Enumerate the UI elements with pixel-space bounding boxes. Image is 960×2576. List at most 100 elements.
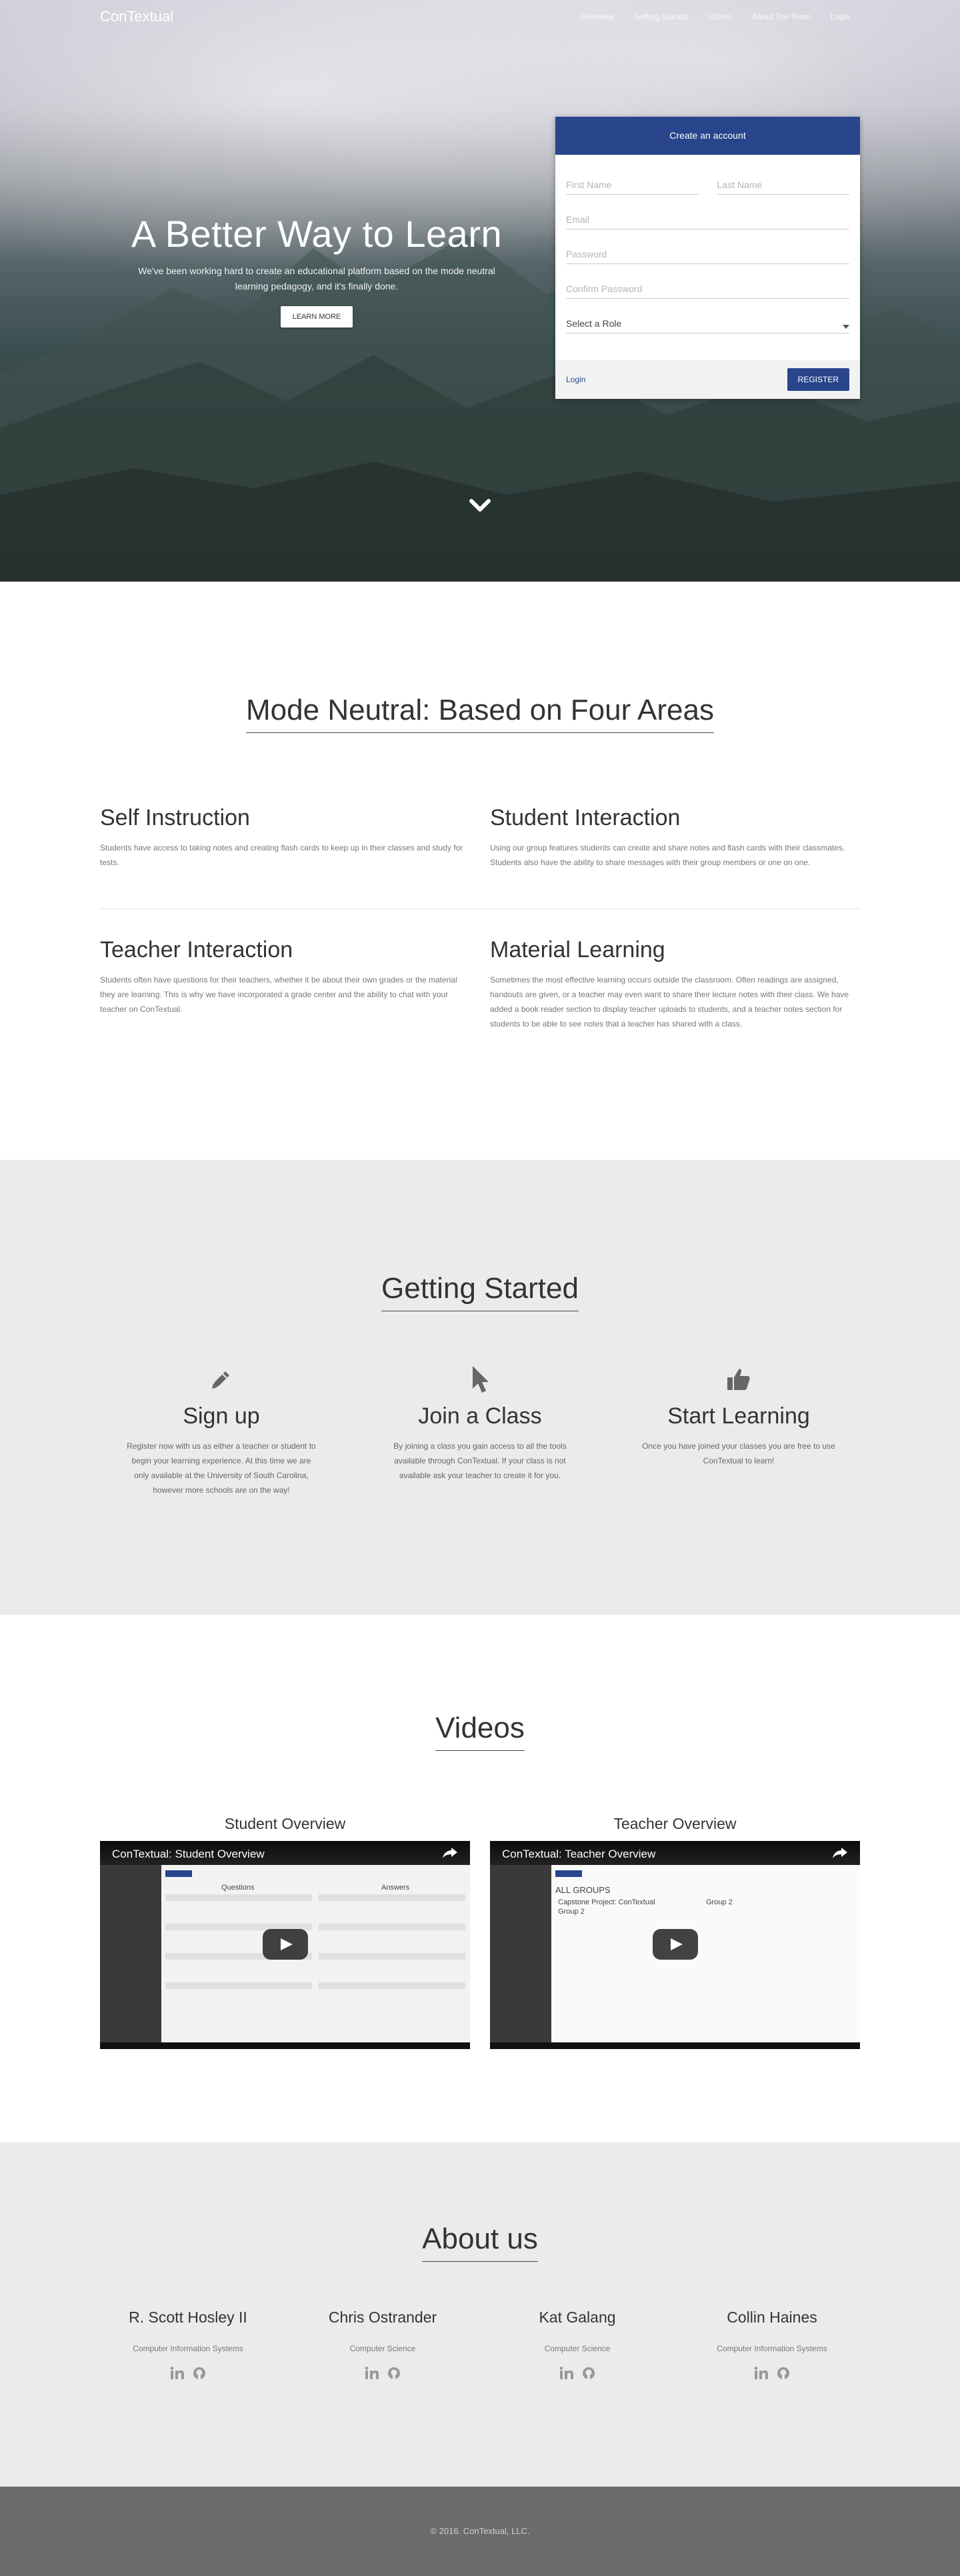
share-icon[interactable] [832,1846,848,1860]
questions-col-label: Questions [221,1884,255,1892]
last-name-field[interactable]: Last Name [717,172,849,195]
video-player[interactable]: ALL GROUPS Capstone Project: ConTextual … [490,1841,860,2049]
member-name: R. Scott Hosley II [129,2309,247,2326]
video-player[interactable]: Questions Answers ConTextual: Student Ov… [100,1841,470,2049]
area-text: Students have access to taking notes and… [100,843,463,867]
group-item: Capstone Project: ConTextual [558,1898,655,1906]
getting-started-title: Getting Started [0,1272,960,1311]
hero-subtitle: We've been working hard to create an edu… [138,265,495,291]
getting-started-section: Getting Started Sign up Register now wit… [0,1160,960,1615]
thumbs-up-icon [727,1369,750,1390]
step-title: Start Learning [667,1403,810,1429]
step-start-learning: Start Learning Once you have joined your… [629,1365,849,1497]
area-material-learning: Material Learning Sometimes the most eff… [490,937,860,1031]
step-title: Sign up [183,1403,260,1429]
area-student-interaction: Student Interaction Using our group feat… [490,805,860,870]
chevron-down-icon[interactable] [467,492,493,519]
confirm-password-field[interactable]: Confirm Password [566,276,849,299]
hero-title: A Better Way to Learn [131,213,503,255]
about-title: About us [0,2222,960,2262]
first-name-field[interactable]: First Name [566,172,699,195]
linkedin-icon[interactable] [559,2367,574,2380]
hero-section: A Better Way to Learn We've been working… [0,0,960,582]
register-button[interactable]: REGISTER [787,368,849,391]
team-row: R. Scott Hosley II Computer Information … [0,2309,960,2380]
play-button[interactable] [653,1929,698,1960]
github-icon[interactable] [777,2367,790,2380]
nav-link-getting-started[interactable]: Getting Started [634,12,688,21]
step-text: Once you have joined your classes you ar… [642,1441,835,1465]
area-heading: Material Learning [490,937,665,962]
signup-card: Create an account First Name Last Name E… [555,117,860,399]
answers-col-label: Answers [381,1884,410,1892]
password-field[interactable]: Password [566,241,849,264]
github-icon[interactable] [582,2367,595,2380]
area-teacher-interaction: Teacher Interaction Students often have … [100,937,470,1017]
videos-title: Videos [0,1712,960,1751]
step-title: Join a Class [418,1403,542,1429]
signup-card-title: Create an account [555,117,860,155]
videos-section: Videos Student Overview Questions Answer… [0,1615,960,2142]
member-major: Computer Information Systems [717,2344,827,2353]
member-name: Kat Galang [539,2309,616,2326]
video-heading: Teacher Overview [613,1815,737,1832]
areas-divider [100,908,860,909]
step-text: By joining a class you gain access to al… [393,1441,567,1480]
member-major: Computer Information Systems [133,2344,243,2353]
video-screen-mock: ALL GROUPS Capstone Project: ConTextual … [551,1865,860,2042]
about-section: About us R. Scott Hosley II Computer Inf… [0,2142,960,2487]
brand-logo[interactable]: ConTextual [100,8,173,25]
github-icon[interactable] [387,2367,401,2380]
four-areas-section: Mode Neutral: Based on Four Areas Self I… [0,582,960,1160]
video-teacher-overview: Teacher Overview ALL GROUPS Capstone Pro… [490,1815,860,2049]
team-member: Chris Ostrander Computer Science [285,2309,480,2380]
hero-content: A Better Way to Learn We've been working… [127,212,507,328]
member-major: Computer Science [544,2344,611,2353]
video-screen-mock: Questions Answers [161,1865,470,2042]
learn-more-button[interactable]: LEARN MORE [280,306,353,328]
member-name: Collin Haines [727,2309,817,2326]
pencil-icon [212,1371,229,1389]
footer-copyright: © 2016. ConTextual, LLC. [430,2526,530,2536]
areas-title: Mode Neutral: Based on Four Areas [0,694,960,733]
play-button[interactable] [263,1929,308,1960]
nav-link-about-team[interactable]: About The Team [752,12,811,21]
linkedin-icon[interactable] [365,2367,379,2380]
nav-link-overview[interactable]: Overview [581,12,614,21]
cursor-icon [473,1366,489,1393]
nav-links: Overview Getting Started Videos About Th… [581,12,850,21]
group-item: Group 2 [706,1898,733,1906]
login-link[interactable]: Login [566,375,585,384]
caret-down-icon [843,325,849,329]
videos-grid: Student Overview Questions Answers ConTe… [0,1815,960,2049]
share-icon[interactable] [442,1846,458,1860]
top-navbar: ConTextual Overview Getting Started Vide… [0,0,960,35]
linkedin-icon[interactable] [170,2367,185,2380]
video-heading: Student Overview [224,1815,346,1832]
email-field[interactable]: Email [566,207,849,229]
signup-card-footer: Login REGISTER [555,360,860,399]
area-text: Students often have questions for their … [100,975,457,1014]
role-select-value: Select a Role [566,318,622,329]
linkedin-icon[interactable] [754,2367,769,2380]
video-title[interactable]: ConTextual: Student Overview [112,1848,265,1861]
nav-link-login[interactable]: Login [831,12,850,21]
area-heading: Student Interaction [490,805,681,830]
team-member: Collin Haines Computer Information Syste… [675,2309,869,2380]
role-select[interactable]: Select a Role [566,311,849,334]
area-heading: Self Instruction [100,805,250,830]
video-title[interactable]: ConTextual: Teacher Overview [502,1848,655,1861]
steps-row: Sign up Register now with us as either a… [0,1365,960,1497]
video-sidebar-mock [100,1865,161,2042]
github-icon[interactable] [193,2367,206,2380]
team-member: Kat Galang Computer Science [480,2309,675,2380]
video-student-overview: Student Overview Questions Answers ConTe… [100,1815,470,2049]
group-item: Group 2 [558,1908,585,1916]
team-member: R. Scott Hosley II Computer Information … [91,2309,285,2380]
area-self-instruction: Self Instruction Students have access to… [100,805,470,870]
nav-link-videos[interactable]: Videos [708,12,732,21]
step-sign-up: Sign up Register now with us as either a… [111,1365,331,1497]
area-text: Sometimes the most effective learning oc… [490,975,849,1029]
area-text: Using our group features students can cr… [490,843,845,867]
video-sidebar-mock [490,1865,551,2042]
